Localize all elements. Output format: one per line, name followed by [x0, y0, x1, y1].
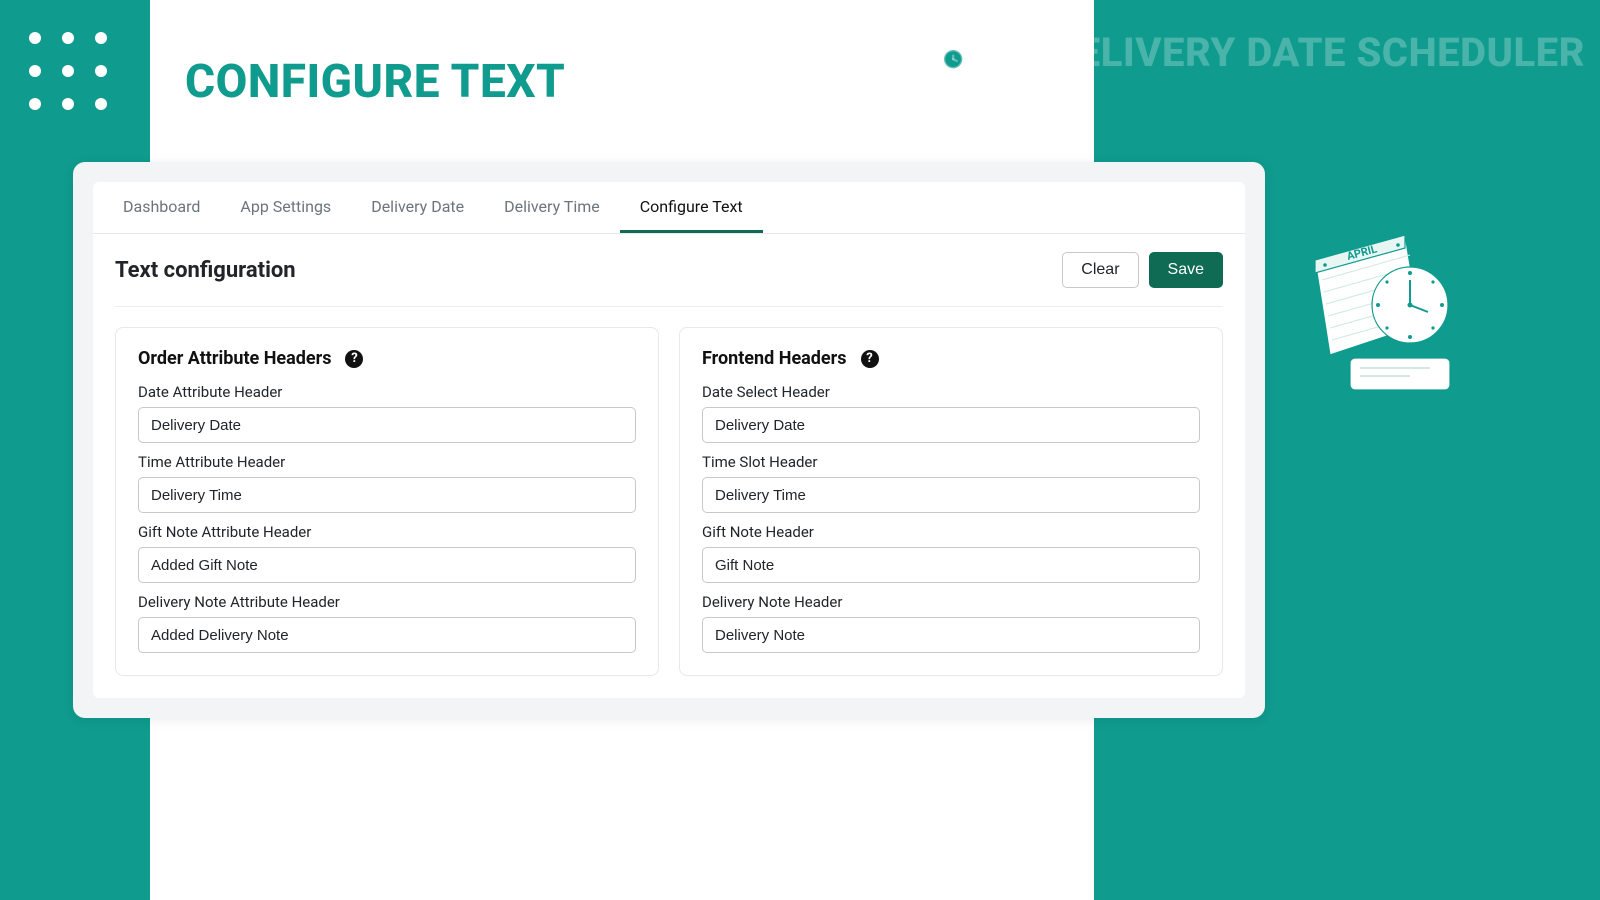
tab-delivery-time[interactable]: Delivery Time — [484, 182, 620, 233]
clear-button[interactable]: Clear — [1062, 252, 1138, 288]
tab-dashboard[interactable]: Dashboard — [103, 182, 220, 233]
tab-configure-text[interactable]: Configure Text — [620, 182, 763, 233]
decor-dots-top-left — [29, 32, 107, 110]
input-date-attribute-header[interactable] — [138, 407, 636, 443]
panel-header: Text configuration Clear Save — [115, 252, 1223, 307]
input-time-attribute-header[interactable] — [138, 477, 636, 513]
main-card: Dashboard App Settings Delivery Date Del… — [73, 162, 1265, 718]
field-delivery-note-attribute-header: Delivery Note Attribute Header — [138, 593, 636, 653]
field-date-select-header: Date Select Header — [702, 383, 1200, 443]
label-gift-note-attribute-header: Gift Note Attribute Header — [138, 523, 636, 541]
panel: Text configuration Clear Save Order Attr… — [93, 234, 1245, 698]
order-attribute-headers-title: Order Attribute Headers ? — [138, 348, 636, 369]
columns: Order Attribute Headers ? Date Attribute… — [115, 327, 1223, 676]
label-date-select-header: Date Select Header — [702, 383, 1200, 401]
calendar-clock-icon — [922, 28, 966, 76]
frontend-headers-title-text: Frontend Headers — [702, 348, 847, 369]
input-gift-note-header[interactable] — [702, 547, 1200, 583]
field-delivery-note-header: Delivery Note Header — [702, 593, 1200, 653]
order-attribute-headers-title-text: Order Attribute Headers — [138, 348, 331, 369]
page-title: CONFIGURE TEXT — [185, 55, 565, 109]
label-date-attribute-header: Date Attribute Header — [138, 383, 636, 401]
input-delivery-note-header[interactable] — [702, 617, 1200, 653]
field-gift-note-header: Gift Note Header — [702, 523, 1200, 583]
help-icon[interactable]: ? — [345, 350, 363, 368]
field-time-slot-header: Time Slot Header — [702, 453, 1200, 513]
brand-text: EM DELIVERY DATE SCHEDULER — [982, 29, 1585, 76]
field-time-attribute-header: Time Attribute Header — [138, 453, 636, 513]
label-time-slot-header: Time Slot Header — [702, 453, 1200, 471]
panel-title: Text configuration — [115, 258, 296, 283]
order-attribute-headers-card: Order Attribute Headers ? Date Attribute… — [115, 327, 659, 676]
tabs: Dashboard App Settings Delivery Date Del… — [93, 182, 1245, 234]
input-time-slot-header[interactable] — [702, 477, 1200, 513]
label-delivery-note-attribute-header: Delivery Note Attribute Header — [138, 593, 636, 611]
calendar-illustration: APRIL — [1290, 220, 1460, 400]
tab-delivery-date[interactable]: Delivery Date — [351, 182, 484, 233]
decor-dots-bottom-right — [1373, 739, 1455, 821]
field-date-attribute-header: Date Attribute Header — [138, 383, 636, 443]
label-delivery-note-header: Delivery Note Header — [702, 593, 1200, 611]
tab-app-settings[interactable]: App Settings — [220, 182, 351, 233]
label-gift-note-header: Gift Note Header — [702, 523, 1200, 541]
save-button[interactable]: Save — [1149, 252, 1223, 288]
input-delivery-note-attribute-header[interactable] — [138, 617, 636, 653]
field-gift-note-attribute-header: Gift Note Attribute Header — [138, 523, 636, 583]
input-date-select-header[interactable] — [702, 407, 1200, 443]
brand: EM DELIVERY DATE SCHEDULER — [922, 28, 1600, 76]
label-time-attribute-header: Time Attribute Header — [138, 453, 636, 471]
frontend-headers-title: Frontend Headers ? — [702, 348, 1200, 369]
frontend-headers-card: Frontend Headers ? Date Select Header Ti… — [679, 327, 1223, 676]
help-icon[interactable]: ? — [861, 350, 879, 368]
input-gift-note-attribute-header[interactable] — [138, 547, 636, 583]
panel-actions: Clear Save — [1062, 252, 1223, 288]
